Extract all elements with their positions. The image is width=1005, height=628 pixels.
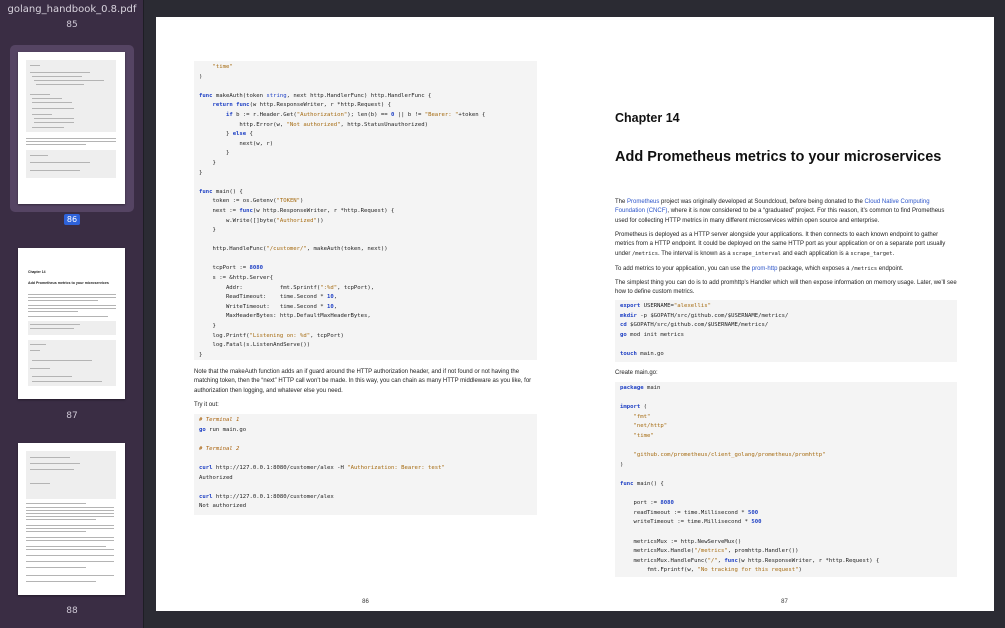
try-it-label: Try it out: (194, 402, 219, 408)
page-number-87: 87 (781, 599, 788, 605)
thumbnail-label-86: 86 (64, 214, 80, 225)
code-block-terminal: # Terminal 1 go run main.go # Terminal 2… (194, 414, 537, 515)
document-filename: golang_handbook_0.8.pdf (7, 4, 137, 15)
p2-inline-code-metrics: /metrics (632, 250, 658, 257)
p1-text-a: The (615, 199, 628, 205)
chapter-title: Add Prometheus metrics to your microserv… (615, 149, 942, 165)
intro-paragraph: The Prometheus project was originally de… (615, 198, 957, 226)
thumbnail-label-87: 87 (66, 411, 78, 421)
handler-paragraph: The simplest thing you can do is to add … (615, 280, 957, 296)
p3-text-a: To add metrics to your application, you … (615, 266, 752, 272)
thumbnail-page-87[interactable]: Chapter 14 Add Prometheus metrics to you… (18, 248, 125, 399)
page-number-86: 86 (362, 599, 369, 605)
p3-text-c: endpoint. (877, 266, 904, 272)
deployment-paragraph: Prometheus is deployed as a HTTP server … (615, 231, 957, 259)
p2-text-c: and each application is a (780, 250, 851, 257)
p2-inline-code-scrape-target: scrape_target (850, 250, 893, 257)
thumbnail-page-86[interactable] (18, 52, 125, 204)
page-87: Chapter 14 Add Prometheus metrics to you… (575, 17, 994, 611)
code-block-shell-setup: export USERNAME="alexellis" mkdir -p $GO… (615, 300, 957, 362)
thumbnail-chapter-title: Add Prometheus metrics to your microserv… (28, 281, 109, 285)
chapter-label: Chapter 14 (615, 111, 680, 125)
prometheus-link[interactable]: Prometheus (627, 199, 659, 205)
p2-text-b: . The interval is known as a (657, 250, 733, 257)
p2-inline-code-scrape-interval: scrape_interval (732, 250, 781, 257)
create-main-label: Create main.go: (615, 370, 658, 376)
p3-text-b: package, which exposes a (777, 266, 852, 272)
code-block-auth-middleware: "time" ) func makeAuth(token string, nex… (194, 61, 537, 360)
thumbnail-label-88: 88 (66, 606, 78, 616)
thumbnail-sidebar[interactable]: golang_handbook_0.8.pdf 85 86 Chapter 14… (0, 0, 144, 628)
page-spread: "time" ) func makeAuth(token string, nex… (156, 17, 994, 611)
thumbnail-chapter-label: Chapter 14 (28, 270, 46, 274)
document-viewer[interactable]: "time" ) func makeAuth(token string, nex… (145, 0, 1005, 628)
thumbnail-label-85: 85 (66, 20, 78, 30)
thumbnail-page-88[interactable] (18, 443, 125, 595)
note-paragraph: Note that the makeAuth function adds an … (194, 369, 532, 394)
page-86: "time" ) func makeAuth(token string, nex… (156, 17, 575, 611)
prom-http-link[interactable]: prom-http (752, 266, 778, 272)
p3-inline-code-metrics: /metrics (851, 266, 878, 272)
code-block-main-go: package main import ( "fmt" "net/http" "… (615, 382, 957, 577)
p1-text-b: project was originally developed at Soun… (659, 199, 865, 205)
add-metrics-paragraph: To add metrics to your application, you … (615, 265, 957, 274)
p2-text-d: . (892, 250, 895, 257)
